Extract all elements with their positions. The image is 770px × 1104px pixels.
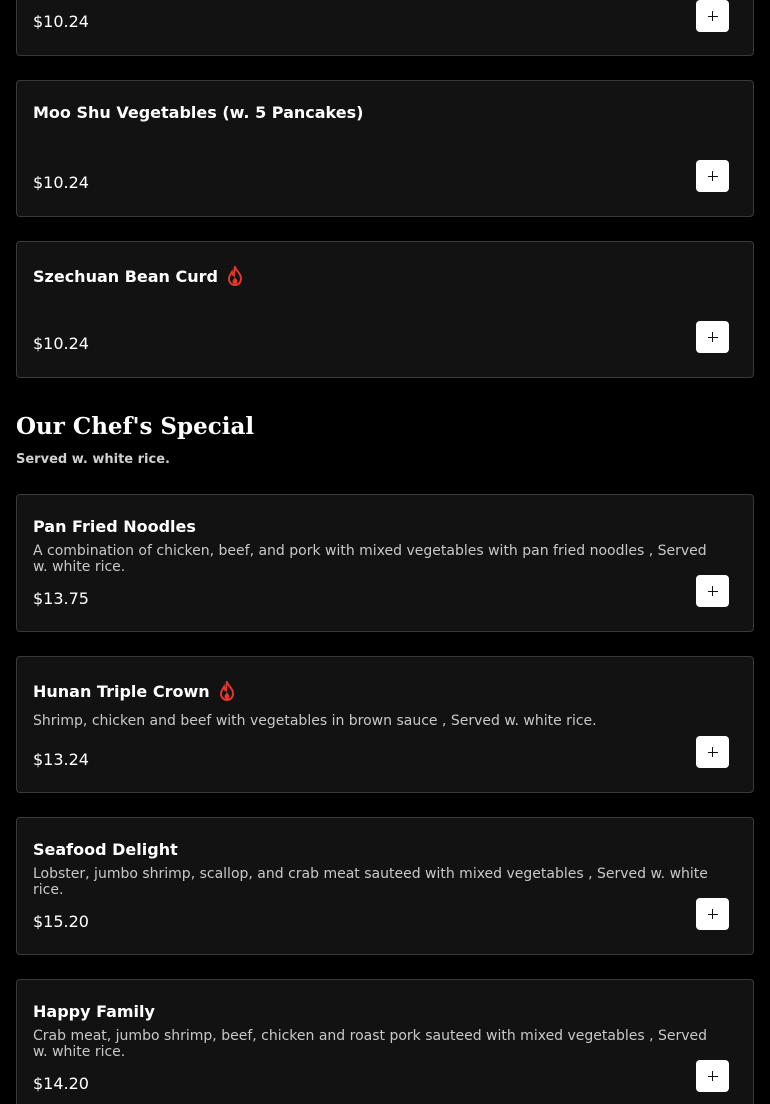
plus-icon: [707, 1071, 718, 1081]
item-name: Happy Family: [33, 1002, 155, 1021]
menu-item-card[interactable]: Moo Shu Vegetables (w. 5 Pancakes) $10.2…: [16, 80, 754, 217]
section-title: Our Chef's Special: [16, 413, 255, 440]
section-subtitle: Served w. white rice.: [16, 452, 170, 467]
item-price: $14.20: [33, 1074, 89, 1093]
item-description: Lobster, jumbo shrimp, scallop, and crab…: [33, 866, 708, 898]
item-price: $15.20: [33, 912, 89, 931]
add-to-cart-button[interactable]: [696, 0, 729, 32]
plus-icon: [707, 586, 718, 596]
add-to-cart-button[interactable]: [696, 1060, 729, 1092]
menu-item-card[interactable]: $10.24: [16, 0, 754, 56]
item-name: Pan Fried Noodles: [33, 517, 196, 536]
item-price: $13.24: [33, 750, 89, 769]
menu-item-card[interactable]: Szechuan Bean Curd $10.24: [16, 241, 754, 378]
item-price: $10.24: [33, 12, 89, 31]
item-description: Shrimp, chicken and beef with vegetables…: [33, 713, 597, 729]
item-description: Crab meat, jumbo shrimp, beef, chicken a…: [33, 1028, 708, 1060]
add-to-cart-button[interactable]: [696, 160, 729, 192]
add-to-cart-button[interactable]: [696, 898, 729, 930]
plus-icon: [707, 332, 718, 342]
item-price: $10.24: [33, 334, 89, 353]
menu-item-card[interactable]: Pan Fried Noodles A combination of chick…: [16, 494, 754, 632]
add-to-cart-button[interactable]: [696, 736, 729, 768]
item-name: Hunan Triple Crown: [33, 681, 236, 701]
plus-icon: [707, 909, 718, 919]
item-price: $13.75: [33, 589, 89, 608]
plus-icon: [707, 171, 718, 181]
menu-item-card[interactable]: Hunan Triple Crown Shrimp, chicken and b…: [16, 656, 754, 793]
add-to-cart-button[interactable]: [696, 321, 729, 353]
item-name: Moo Shu Vegetables (w. 5 Pancakes): [33, 103, 364, 122]
plus-icon: [707, 747, 718, 757]
flame-icon: [227, 266, 243, 286]
item-name: Seafood Delight: [33, 840, 178, 859]
item-name: Szechuan Bean Curd: [33, 266, 244, 286]
plus-icon: [707, 11, 718, 21]
item-price: $10.24: [33, 173, 89, 192]
add-to-cart-button[interactable]: [696, 575, 729, 607]
menu-item-card[interactable]: Seafood Delight Lobster, jumbo shrimp, s…: [16, 817, 754, 955]
flame-icon: [219, 681, 234, 701]
menu-item-card[interactable]: Happy Family Crab meat, jumbo shrimp, be…: [16, 979, 754, 1104]
item-description: A combination of chicken, beef, and pork…: [33, 543, 707, 575]
